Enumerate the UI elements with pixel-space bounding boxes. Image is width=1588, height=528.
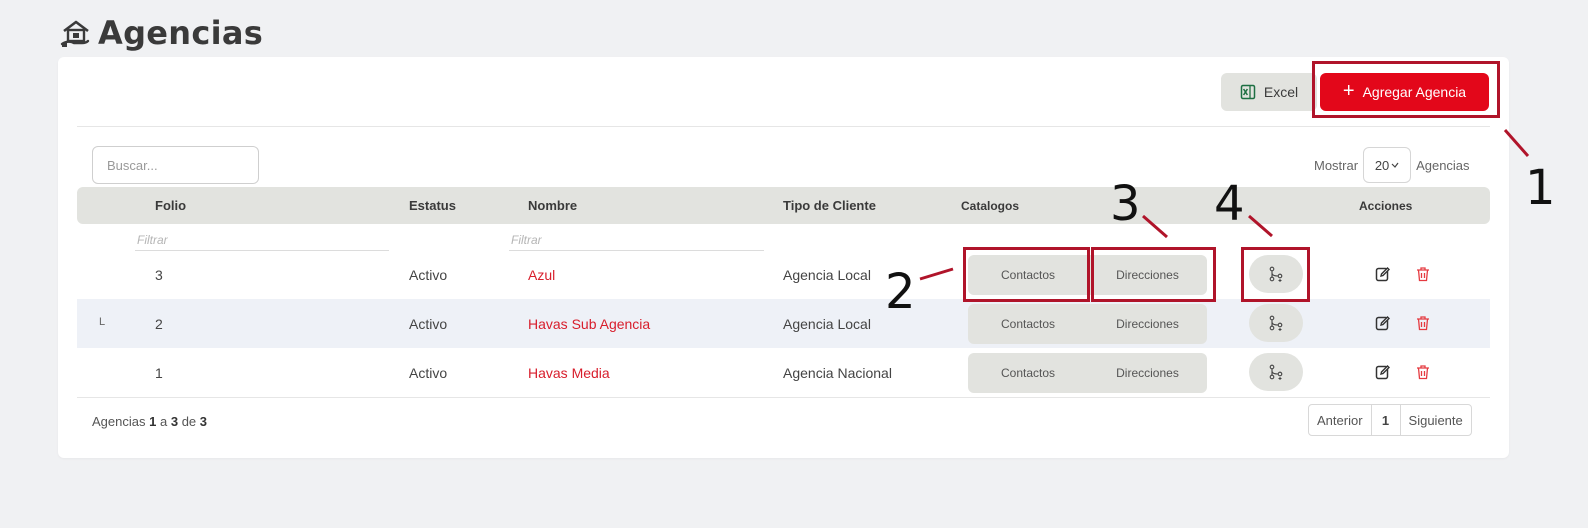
row-nombre-link[interactable]: Azul	[528, 267, 555, 283]
summary-prefix: Agencias	[92, 414, 146, 429]
toolbar-divider	[77, 126, 1490, 127]
row-tipo-cliente: Agencia Nacional	[783, 365, 892, 381]
direcciones-button[interactable]: Direcciones	[1088, 255, 1207, 295]
row-estatus: Activo	[409, 365, 448, 381]
excel-icon	[1240, 84, 1256, 100]
summary-to: 3	[170, 414, 179, 429]
annotation-label-2: 2	[885, 264, 916, 320]
header-acciones: Acciones	[1359, 199, 1413, 213]
annotation-label-1: 1	[1525, 160, 1556, 216]
chevron-down-icon	[1391, 161, 1399, 169]
header-estatus[interactable]: Estatus	[409, 198, 456, 213]
page-size-value: 20	[1374, 157, 1390, 173]
annotation-label-3: 3	[1110, 176, 1141, 232]
direcciones-button[interactable]: Direcciones	[1088, 353, 1207, 393]
header-tipo-cliente[interactable]: Tipo de Cliente	[783, 198, 876, 213]
direcciones-button[interactable]: Direcciones	[1088, 304, 1207, 344]
page-size-control: Mostrar 20 Agencias	[1314, 146, 1470, 184]
header-catalogos: Catalogos	[961, 199, 1020, 213]
row-nombre-link[interactable]: Havas Media	[528, 365, 610, 381]
page-size-prefix: Mostrar	[1314, 157, 1359, 173]
table-bottom-divider	[77, 397, 1490, 398]
table-row: 3 Activo Azul Agencia Local Contactos Di…	[77, 250, 1490, 299]
row-tipo-cliente: Agencia Local	[783, 316, 871, 332]
row-folio: 3	[155, 267, 163, 283]
sub-agency-tree-button[interactable]	[1249, 353, 1303, 391]
excel-label: Excel	[1263, 84, 1299, 100]
trash-icon[interactable]	[1415, 315, 1431, 331]
row-tipo-cliente: Agencia Local	[783, 267, 871, 283]
page-size-select[interactable]: 20	[1363, 147, 1412, 183]
page-title: Agencias	[98, 14, 264, 52]
branch-icon	[1268, 364, 1284, 380]
search-input[interactable]	[92, 146, 259, 184]
folio-filter-input[interactable]	[135, 229, 389, 251]
summary-from: 1	[149, 414, 157, 429]
row-estatus: Activo	[409, 316, 448, 332]
summary-total: 3	[199, 414, 208, 429]
contactos-button[interactable]: Contactos	[968, 304, 1088, 344]
header-folio[interactable]: Folio	[155, 198, 186, 213]
table-row: L 2 Activo Havas Sub Agencia Agencia Loc…	[77, 299, 1490, 348]
header-nombre[interactable]: Nombre	[528, 198, 577, 213]
sub-agency-tree-button[interactable]	[1249, 255, 1303, 293]
branch-icon	[1268, 315, 1284, 331]
contactos-button[interactable]: Contactos	[968, 353, 1088, 393]
sub-agency-tree-button[interactable]	[1249, 304, 1303, 342]
excel-export-button[interactable]: Excel	[1221, 73, 1317, 111]
records-summary: Agencias 1 a 3 de 3	[92, 414, 207, 429]
row-folio: 2	[155, 316, 163, 332]
nombre-filter-input[interactable]	[509, 229, 764, 251]
agencies-card: Excel + Agregar Agencia Mostrar 20 Agenc…	[58, 57, 1509, 458]
add-agency-label: Agregar Agencia	[1362, 84, 1467, 100]
plus-icon: +	[1342, 80, 1355, 102]
child-marker: L	[99, 316, 106, 328]
pagination-prev-button[interactable]: Anterior	[1309, 405, 1371, 435]
summary-a: a	[159, 414, 168, 429]
summary-de: de	[181, 414, 197, 429]
annotation-label-4: 4	[1214, 176, 1245, 232]
branch-icon	[1268, 266, 1284, 282]
edit-icon[interactable]	[1375, 364, 1391, 380]
pagination-next-button[interactable]: Siguiente	[1401, 405, 1471, 435]
agency-building-icon	[60, 17, 92, 49]
pagination-page-1[interactable]: 1	[1370, 405, 1401, 435]
page-header: Agencias	[60, 14, 263, 52]
row-estatus: Activo	[409, 267, 448, 283]
row-nombre-link[interactable]: Havas Sub Agencia	[528, 316, 650, 332]
page-size-suffix: Agencias	[1416, 157, 1470, 173]
table-header: Folio Estatus Nombre Tipo de Cliente Cat…	[77, 187, 1490, 224]
table-row: 1 Activo Havas Media Agencia Nacional Co…	[77, 348, 1490, 397]
row-folio: 1	[155, 365, 163, 381]
add-agency-button[interactable]: + Agregar Agencia	[1320, 73, 1489, 111]
edit-icon[interactable]	[1375, 266, 1391, 282]
trash-icon[interactable]	[1415, 364, 1431, 380]
trash-icon[interactable]	[1415, 266, 1431, 282]
contactos-button[interactable]: Contactos	[968, 255, 1088, 295]
pagination: Anterior 1 Siguiente	[1308, 404, 1472, 436]
edit-icon[interactable]	[1375, 315, 1391, 331]
